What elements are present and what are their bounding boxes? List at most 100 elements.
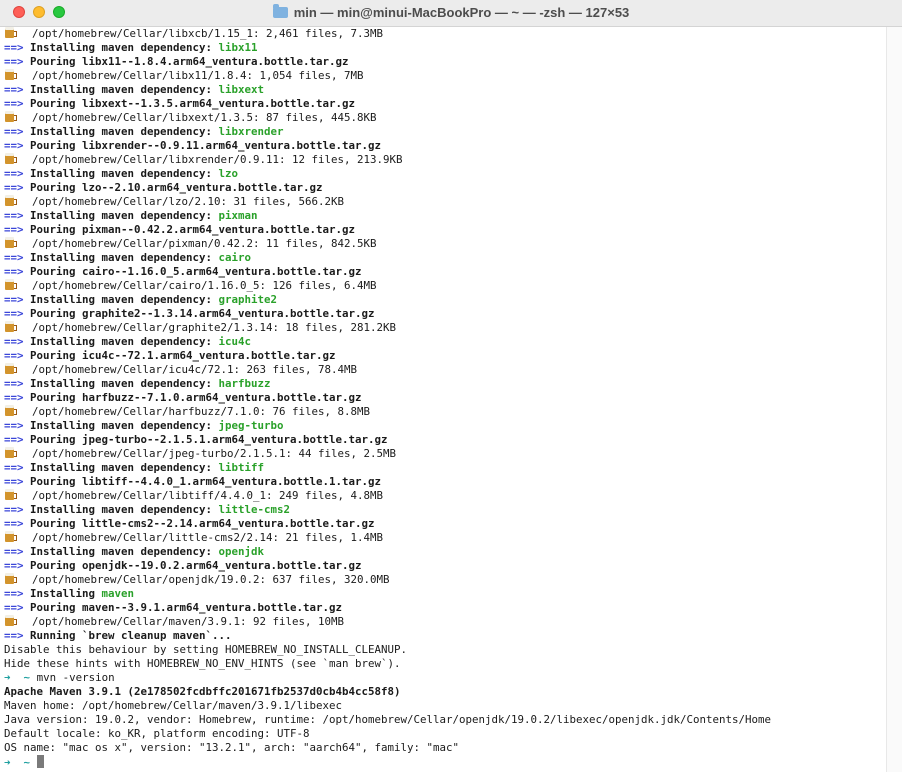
terminal-line: ➜ ~	[4, 755, 886, 769]
arrow-marker: ==>	[4, 349, 24, 362]
line-text: Installing maven dependency:	[30, 545, 219, 558]
line-text: /opt/homebrew/Cellar/graphite2/1.3.14: 1…	[32, 321, 397, 334]
package-name: icu4c	[218, 335, 252, 348]
line-text: Installing maven dependency:	[30, 251, 219, 264]
line-text: Installing maven dependency:	[30, 503, 219, 516]
line-text: Installing	[30, 587, 102, 600]
line-text: Pouring libx11--1.8.4.arm64_ventura.bott…	[30, 55, 349, 68]
line-text: Running `brew cleanup maven`...	[30, 629, 232, 642]
window-title-text: min — min@minui-MacBookPro — ~ — -zsh — …	[293, 5, 630, 20]
line-text: /opt/homebrew/Cellar/little-cms2/2.14: 2…	[32, 531, 384, 544]
terminal-line: Maven home: /opt/homebrew/Cellar/maven/3…	[4, 699, 886, 713]
terminal-line: /opt/homebrew/Cellar/libxext/1.3.5: 87 f…	[4, 111, 886, 125]
terminal-line: ==> Installing maven	[4, 587, 886, 601]
terminal-line: ==> Installing maven dependency: jpeg-tu…	[4, 419, 886, 433]
line-text: Pouring lzo--2.10.arm64_ventura.bottle.t…	[30, 181, 323, 194]
terminal-line: ==> Pouring maven--3.9.1.arm64_ventura.b…	[4, 601, 886, 615]
terminal-line: ==> Pouring lzo--2.10.arm64_ventura.bott…	[4, 181, 886, 195]
terminal-line: ==> Pouring libx11--1.8.4.arm64_ventura.…	[4, 55, 886, 69]
arrow-marker: ==>	[4, 517, 24, 530]
beer-mug-icon	[5, 237, 17, 248]
terminal-line: ==> Installing maven dependency: cairo	[4, 251, 886, 265]
prompt-arrow-icon: ➜	[4, 756, 11, 769]
beer-mug-icon	[5, 573, 17, 584]
terminal-line: Disable this behaviour by setting HOMEBR…	[4, 643, 886, 657]
prompt-arrow-icon: ➜	[4, 671, 11, 684]
line-text: Pouring libxrender--0.9.11.arm64_ventura…	[30, 139, 382, 152]
terminal-line: ==> Installing maven dependency: libx11	[4, 41, 886, 55]
terminal-line: ==> Pouring libtiff--4.4.0_1.arm64_ventu…	[4, 475, 886, 489]
terminal-line: ==> Installing maven dependency: lzo	[4, 167, 886, 181]
line-text: Pouring harfbuzz--7.1.0.arm64_ventura.bo…	[30, 391, 362, 404]
line-text: /opt/homebrew/Cellar/libxext/1.3.5: 87 f…	[32, 111, 377, 124]
line-text: /opt/homebrew/Cellar/jpeg-turbo/2.1.5.1:…	[32, 447, 397, 460]
line-text: Installing maven dependency:	[30, 377, 219, 390]
terminal-line: /opt/homebrew/Cellar/libxcb/1.15_1: 2,46…	[4, 27, 886, 41]
terminal-line: ➜ ~ mvn -version	[4, 671, 886, 685]
package-name: libxrender	[218, 125, 284, 138]
package-name: little-cms2	[218, 503, 291, 516]
beer-mug-icon	[5, 489, 17, 500]
arrow-marker: ==>	[4, 475, 24, 488]
terminal-line: ==> Installing maven dependency: icu4c	[4, 335, 886, 349]
package-name: libxext	[218, 83, 265, 96]
terminal-line: ==> Pouring openjdk--19.0.2.arm64_ventur…	[4, 559, 886, 573]
line-text: Installing maven dependency:	[30, 83, 219, 96]
line-text: /opt/homebrew/Cellar/cairo/1.16.0_5: 126…	[32, 279, 377, 292]
terminal-line: ==> Installing maven dependency: libtiff	[4, 461, 886, 475]
terminal-line: OS name: "mac os x", version: "13.2.1", …	[4, 741, 886, 755]
title-bar: min — min@minui-MacBookPro — ~ — -zsh — …	[0, 0, 902, 27]
terminal-output[interactable]: /opt/homebrew/Cellar/libxcb/1.15_1: 2,46…	[4, 27, 886, 770]
terminal-line: Apache Maven 3.9.1 (2e178502fcdbffc20167…	[4, 685, 886, 699]
arrow-marker: ==>	[4, 419, 24, 432]
arrow-marker: ==>	[4, 391, 24, 404]
line-text: Pouring graphite2--1.3.14.arm64_ventura.…	[30, 307, 375, 320]
line-text: Disable this behaviour by setting HOMEBR…	[4, 643, 408, 656]
arrow-marker: ==>	[4, 97, 24, 110]
terminal-line: ==> Pouring graphite2--1.3.14.arm64_vent…	[4, 307, 886, 321]
package-name: pixman	[218, 209, 258, 222]
arrow-marker: ==>	[4, 377, 24, 390]
package-name: graphite2	[218, 293, 278, 306]
terminal-line: /opt/homebrew/Cellar/pixman/0.42.2: 11 f…	[4, 237, 886, 251]
terminal-line: ==> Pouring harfbuzz--7.1.0.arm64_ventur…	[4, 391, 886, 405]
terminal-line: ==> Pouring libxrender--0.9.11.arm64_ven…	[4, 139, 886, 153]
line-text: Installing maven dependency:	[30, 209, 219, 222]
arrow-marker: ==>	[4, 601, 24, 614]
line-text: Installing maven dependency:	[30, 419, 219, 432]
beer-mug-icon	[5, 405, 17, 416]
beer-mug-icon	[5, 111, 17, 122]
command-text: mvn -version	[36, 671, 115, 684]
line-text: /opt/homebrew/Cellar/icu4c/72.1: 263 fil…	[32, 363, 358, 376]
arrow-marker: ==>	[4, 545, 24, 558]
beer-mug-icon	[5, 153, 17, 164]
terminal-line: /opt/homebrew/Cellar/graphite2/1.3.14: 1…	[4, 321, 886, 335]
line-text: Installing maven dependency:	[30, 167, 219, 180]
line-text: Maven home: /opt/homebrew/Cellar/maven/3…	[4, 699, 343, 712]
terminal-line: ==> Pouring cairo--1.16.0_5.arm64_ventur…	[4, 265, 886, 279]
package-name: lzo	[218, 167, 239, 180]
line-text: Pouring pixman--0.42.2.arm64_ventura.bot…	[30, 223, 356, 236]
arrow-marker: ==>	[4, 503, 24, 516]
terminal-line: ==> Running `brew cleanup maven`...	[4, 629, 886, 643]
line-text: Pouring icu4c--72.1.arm64_ventura.bottle…	[30, 349, 336, 362]
terminal-line: /opt/homebrew/Cellar/harfbuzz/7.1.0: 76 …	[4, 405, 886, 419]
arrow-marker: ==>	[4, 251, 24, 264]
line-text: /opt/homebrew/Cellar/maven/3.9.1: 92 fil…	[32, 615, 345, 628]
terminal-line: /opt/homebrew/Cellar/little-cms2/2.14: 2…	[4, 531, 886, 545]
line-text: Installing maven dependency:	[30, 335, 219, 348]
arrow-marker: ==>	[4, 223, 24, 236]
terminal-line: /opt/homebrew/Cellar/libtiff/4.4.0_1: 24…	[4, 489, 886, 503]
arrow-marker: ==>	[4, 209, 24, 222]
arrow-marker: ==>	[4, 293, 24, 306]
terminal-line: /opt/homebrew/Cellar/jpeg-turbo/2.1.5.1:…	[4, 447, 886, 461]
terminal-line: Default locale: ko_KR, platform encoding…	[4, 727, 886, 741]
line-text: Pouring little-cms2--2.14.arm64_ventura.…	[30, 517, 375, 530]
beer-mug-icon	[5, 321, 17, 332]
terminal-line: ==> Installing maven dependency: libxren…	[4, 125, 886, 139]
line-text: /opt/homebrew/Cellar/openjdk/19.0.2: 637…	[32, 573, 390, 586]
arrow-marker: ==>	[4, 125, 24, 138]
package-name: cairo	[218, 251, 252, 264]
package-name: libx11	[218, 41, 258, 54]
scrollbar[interactable]	[886, 27, 902, 772]
